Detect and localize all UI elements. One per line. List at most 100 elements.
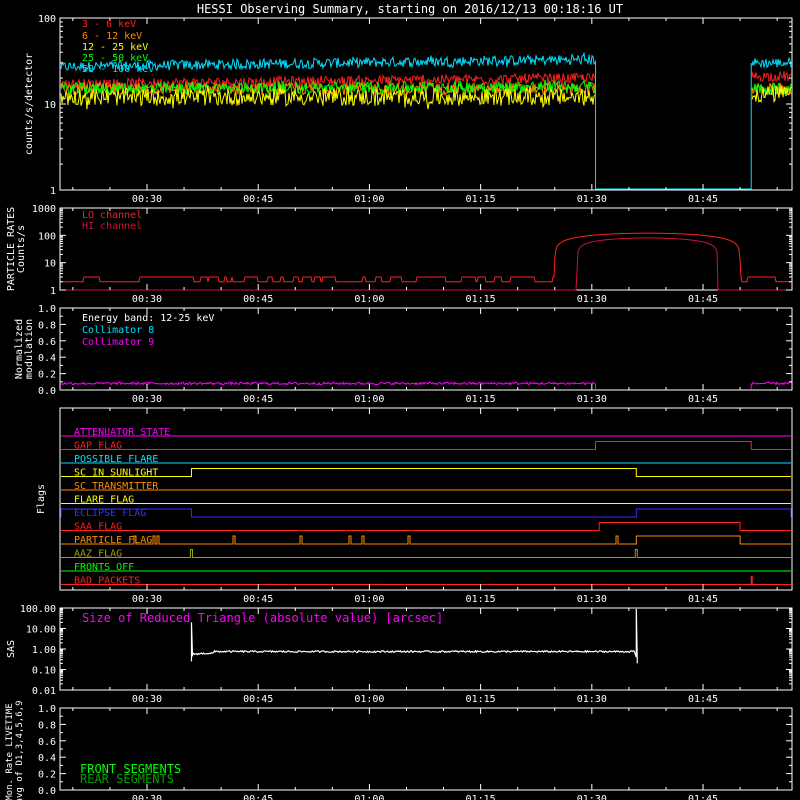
particle-rate-trace [61,232,791,283]
x-tick-label: 01:00 [354,794,384,800]
x-tick-label: 00:45 [243,694,273,705]
flag-label: ATTENUATOR STATE [74,427,170,438]
y-tick-label: 0.0 [38,786,56,797]
flag-labels: ATTENUATOR STATE GAP FLAG POSSIBLE FLARE SC… [74,427,170,587]
x-tick-label: 00:30 [132,594,162,605]
x-tick-label: 01:15 [466,694,496,705]
x-tick-label: 00:30 [132,294,162,305]
flag-trace [60,508,792,518]
y-tick-label: 1000 [32,204,56,215]
legend-collimator-8: Collimator 8 [82,325,154,336]
x-tick-label: 00:30 [132,794,162,800]
legend-25-50-kev: 25 - 50 keV [82,53,148,64]
legend-50-100-kev: 50 - 100 keV [82,64,154,75]
legend-hi-channel: HI channel [82,221,142,232]
x-tick-label: 01:30 [577,694,607,705]
x-tick-label: 00:45 [243,294,273,305]
y-tick-label: 1 [50,186,56,197]
particle-rate-ylabel-units: Counts/s [16,225,27,273]
particle-rate-plot-frame [59,207,793,291]
legend-collimator-9: Collimator 9 [82,337,154,348]
x-tick-label: 01:15 [466,394,496,405]
hessi-summary-figure: HESSI Observing Summary, starting on 201… [5,2,793,800]
x-tick-label: 01:00 [354,294,384,305]
x-tick-label: 00:45 [243,594,273,605]
sas-ylabel: SAS [6,640,17,658]
y-tick-label: 0.01 [32,686,56,697]
x-tick-label: 01:15 [466,294,496,305]
flag-label: SC IN SUNLIGHT [74,468,158,479]
count-rate-yticks: 1 10 100 [38,14,792,197]
livetime-xticks: 00:30 00:45 01:00 01:15 01:30 01:45 [72,708,778,800]
y-tick-label: 1.00 [32,645,56,656]
x-tick-label: 01:45 [688,794,718,800]
flag-label: SAA FLAG [74,522,122,533]
modulation-traces [60,381,792,389]
flags-panel: ATTENUATOR STATE GAP FLAG POSSIBLE FLARE SC… [36,407,793,605]
x-tick-label: 01:45 [688,594,718,605]
sas-annotation: Size of Reduced Triangle (absolute value… [82,611,443,625]
energy-band-label: Energy band: 12-25 keV [82,313,214,324]
x-tick-label: 01:15 [466,594,496,605]
flag-label: FRONTS OFF [74,562,134,573]
data-gap-trace [595,60,752,190]
count-rate-trace [751,71,792,83]
flag-trace [61,549,791,558]
livetime-panel: 0.00.20.40.60.81.0 00:30 00:45 01:00 01:15 0… [5,701,793,800]
flags-ylabel: Flags [36,484,47,514]
x-tick-label: 01:00 [354,394,384,405]
y-tick-label: 100 [38,231,56,242]
flag-label: PARTICLE FLAG [74,535,152,546]
x-tick-label: 01:45 [688,194,718,205]
flag-label: SC TRANSMITTER [74,481,159,492]
count-rate-xticks: 00:30 00:45 01:00 01:15 01:30 01:45 [72,18,778,205]
x-tick-label: 01:00 [354,694,384,705]
flag-label: FLARE FLAG [74,495,134,506]
x-tick-label: 00:45 [243,794,273,800]
count-rate-panel: 1 10 100 00:30 00:45 01:00 01:15 01:30 01:45 co… [24,14,793,205]
particle-rate-panel: 1 10 100 1000 00:30 00:45 01:00 01:15 01:30 01:4… [6,204,793,305]
x-tick-label: 01:30 [577,194,607,205]
legend-12-25-kev: 12 - 25 keV [82,42,148,53]
y-tick-label: 10 [44,100,56,111]
y-tick-label: 0.8 [38,320,56,331]
flag-label: GAP FLAG [74,441,122,452]
y-tick-label: 0.4 [38,353,56,364]
y-tick-label: 1.0 [38,304,56,315]
y-tick-label: 100 [38,14,56,25]
x-tick-label: 00:30 [132,194,162,205]
x-tick-label: 01:45 [688,294,718,305]
x-tick-label: 01:00 [354,594,384,605]
x-tick-label: 01:30 [577,294,607,305]
particle-rate-traces [61,232,791,291]
y-tick-label: 0.4 [38,753,56,764]
x-tick-label: 00:45 [243,394,273,405]
flag-trace [61,522,791,531]
y-tick-label: 1 [50,286,56,297]
modulation-trace [60,381,596,386]
x-tick-label: 01:30 [577,394,607,405]
modulation-panel: 0.0 0.2 0.4 0.6 0.8 1.0 00:30 00:45 01:00 01:15 0… [14,304,793,405]
x-tick-label: 00:30 [132,694,162,705]
flag-label: POSSIBLE FLARE [74,454,158,465]
count-rate-trace [751,56,792,69]
flags-xticks: 00:30 00:45 01:00 01:15 01:30 01:45 [72,408,778,605]
particle-rate-yticks: 1 10 100 1000 [32,204,792,297]
flag-traces [60,435,792,585]
sas-panel: 0.01 0.10 1.00 10.00 100.00 00:30 00:45 01:00 0… [6,604,793,705]
x-tick-label: 00:30 [132,394,162,405]
x-tick-label: 01:45 [688,694,718,705]
legend-rear-segments: REAR SEGMENTS [80,772,174,786]
legend-6-12-kev: 6 - 12 keV [82,31,142,42]
y-tick-label: 0.6 [38,337,56,348]
y-tick-label: 0.10 [32,666,56,677]
figure-title: HESSI Observing Summary, starting on 201… [197,2,623,16]
flag-trace [61,576,791,585]
x-tick-label: 01:30 [577,594,607,605]
flag-label: AAZ FLAG [74,549,122,560]
x-tick-label: 00:45 [243,194,273,205]
livetime-ylabel-2: avg of D1,3,4,5,6,9 [15,701,25,800]
livetime-ylabel: Mon. Rate LIVETIME [5,703,15,800]
count-rate-traces [60,51,792,190]
legend-3-6-kev: 3 - 6 keV [82,19,136,30]
